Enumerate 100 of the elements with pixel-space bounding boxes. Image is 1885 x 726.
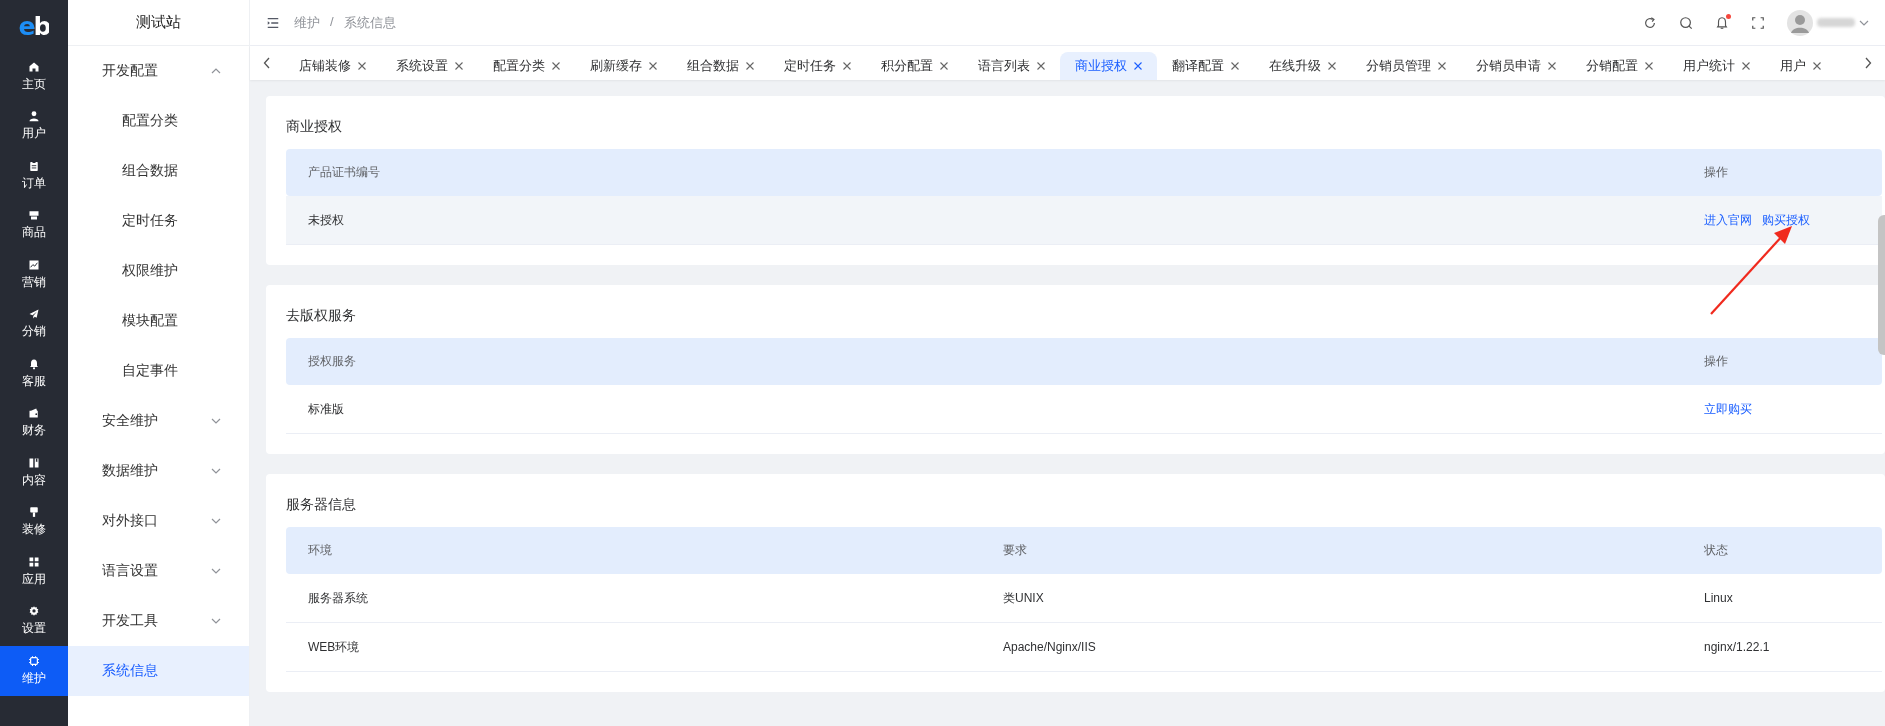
page-tab[interactable]: 系统设置	[381, 52, 478, 80]
nav-rail-item[interactable]: 用户	[0, 101, 68, 151]
close-icon[interactable]	[1742, 62, 1750, 70]
breadcrumb-item: 系统信息	[343, 13, 396, 32]
close-icon[interactable]	[1328, 62, 1336, 70]
scrollbar-thumb[interactable]	[1878, 215, 1885, 355]
page-tab[interactable]: 语言列表	[963, 52, 1060, 80]
fullscreen-icon[interactable]	[1751, 15, 1765, 30]
table-cell-text: WEB环境	[307, 638, 361, 656]
paper-plane-icon	[28, 308, 40, 321]
sidebar-menu-group[interactable]: 安全维护	[68, 396, 249, 446]
close-icon[interactable]	[1134, 62, 1142, 70]
close-icon[interactable]	[1813, 62, 1821, 70]
chevron-down-icon	[211, 518, 221, 524]
page-tab[interactable]: 店铺装修	[284, 52, 381, 80]
breadcrumb-separator: /	[330, 13, 334, 31]
page-tab[interactable]: 定时任务	[769, 52, 866, 80]
table-cell-text: 类UNIX	[1002, 589, 1045, 607]
avatar[interactable]	[1787, 9, 1813, 36]
table-cell-text: Linux	[1703, 591, 1734, 605]
sidebar-menu-group[interactable]: 语言设置	[68, 546, 249, 596]
table-header: 环境 要求 状态	[286, 527, 1882, 574]
sidebar-menu-item[interactable]: 自定事件	[68, 346, 249, 396]
close-icon[interactable]	[940, 62, 948, 70]
chevron-down-icon[interactable]	[1859, 19, 1869, 26]
chevron-down-icon	[211, 568, 221, 574]
page-tab[interactable]: 在线升级	[1254, 52, 1351, 80]
nav-rail-item[interactable]: 客服	[0, 349, 68, 399]
nav-rail-item[interactable]: 内容	[0, 448, 68, 498]
chevron-down-icon	[211, 418, 221, 424]
nav-rail-item[interactable]: 装修	[0, 497, 68, 547]
close-icon[interactable]	[1438, 62, 1446, 70]
page-tab[interactable]: 积分配置	[866, 52, 963, 80]
sidebar-menu-item[interactable]: 系统信息	[68, 646, 249, 696]
nav-rail-item[interactable]: 主页	[0, 52, 68, 102]
clipboard-icon	[28, 159, 40, 172]
bell-icon	[28, 357, 40, 370]
close-icon[interactable]	[1645, 62, 1653, 70]
sidebar-menu-group[interactable]: 开发工具	[68, 596, 249, 646]
nav-rail-item[interactable]: 分销	[0, 299, 68, 349]
page-tab[interactable]: 分销配置	[1571, 52, 1668, 80]
close-icon[interactable]	[455, 62, 463, 70]
chevron-down-icon	[211, 618, 221, 624]
sidebar-menu-group[interactable]: 对外接口	[68, 496, 249, 546]
page-tab[interactable]: 配置分类	[478, 52, 575, 80]
card-title: 商业授权	[286, 117, 343, 136]
blurred-username	[1817, 18, 1855, 27]
table-cell-text: 未授权	[307, 211, 345, 229]
page-tab[interactable]: 翻译配置	[1157, 52, 1254, 80]
close-icon[interactable]	[1231, 62, 1239, 70]
close-icon[interactable]	[552, 62, 560, 70]
nav-rail-item[interactable]: 设置	[0, 596, 68, 646]
action-link[interactable]: 购买授权	[1762, 211, 1810, 229]
page-tab[interactable]: 用户	[1765, 52, 1836, 80]
sidebar-menu-item[interactable]: 定时任务	[68, 196, 249, 246]
card-title: 去版权服务	[286, 306, 357, 325]
close-icon[interactable]	[649, 62, 657, 70]
card-title: 服务器信息	[286, 495, 357, 514]
site-title: 测试站	[68, 0, 249, 46]
nav-rail-item[interactable]: 商品	[0, 200, 68, 250]
box-icon	[28, 209, 40, 222]
sidebar-menu-item[interactable]: 模块配置	[68, 296, 249, 346]
user-icon	[28, 110, 40, 123]
search-icon[interactable]	[1679, 15, 1693, 30]
chevron-down-icon	[211, 468, 221, 474]
sidebar-menu-item[interactable]: 权限维护	[68, 246, 249, 296]
action-link[interactable]: 进入官网	[1704, 211, 1752, 229]
action-link[interactable]: 立即购买	[1704, 400, 1752, 418]
nav-rail-item[interactable]: 应用	[0, 547, 68, 597]
close-icon[interactable]	[746, 62, 754, 70]
nav-rail-item[interactable]: 维护	[0, 646, 68, 696]
nav-rail-item[interactable]: 营销	[0, 250, 68, 300]
settings-icon	[28, 605, 40, 618]
nav-rail-item[interactable]: 订单	[0, 151, 68, 201]
close-icon[interactable]	[1037, 62, 1045, 70]
table-cell-text: Apache/Nginx/IIS	[1002, 640, 1097, 654]
sidebar-menu-item[interactable]: 组合数据	[68, 146, 249, 196]
menu-fold-icon[interactable]	[266, 15, 280, 30]
book-icon	[28, 456, 40, 469]
nav-rail-item[interactable]: 财务	[0, 398, 68, 448]
page-tab[interactable]: 分销员管理	[1351, 52, 1461, 80]
chip-icon	[28, 654, 40, 667]
close-icon[interactable]	[358, 62, 366, 70]
page-tab[interactable]: 刷新缓存	[575, 52, 672, 80]
page-tab[interactable]: 商业授权	[1060, 52, 1157, 80]
chart-icon	[28, 258, 40, 271]
page-tab[interactable]: 分销员申请	[1461, 52, 1571, 80]
notification-bell[interactable]	[1715, 15, 1729, 30]
close-icon[interactable]	[1548, 62, 1556, 70]
table-cell-text: 标准版	[307, 400, 345, 418]
page-tab[interactable]: 用户统计	[1668, 52, 1765, 80]
grid-icon	[28, 555, 40, 568]
sidebar-menu-item[interactable]: 配置分类	[68, 96, 249, 146]
page-tab[interactable]: 组合数据	[672, 52, 769, 80]
sidebar-menu-group[interactable]: 数据维护	[68, 446, 249, 496]
home-icon	[28, 60, 40, 73]
sidebar-menu-group[interactable]: 开发配置	[68, 46, 249, 96]
refresh-icon[interactable]	[1643, 15, 1657, 30]
close-icon[interactable]	[843, 62, 851, 70]
chevron-up-icon	[211, 68, 221, 74]
